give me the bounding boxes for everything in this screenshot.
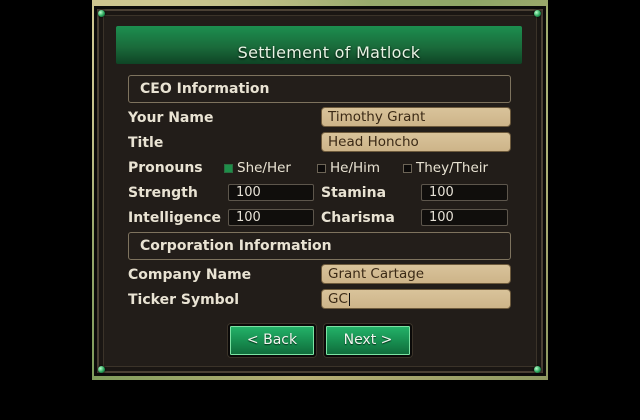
title-label: Title xyxy=(128,135,164,151)
company-name-label: Company Name xyxy=(128,267,252,283)
pronouns-label: Pronouns xyxy=(128,160,203,176)
ticker-symbol-value: GC xyxy=(328,291,348,307)
pronoun-option-they-their[interactable]: They/Their xyxy=(403,160,488,176)
company-name-field[interactable]: Grant Cartage xyxy=(321,264,511,284)
corporation-section-title: Corporation Information xyxy=(140,238,332,254)
back-button[interactable]: < Back xyxy=(228,324,316,357)
stamina-input[interactable]: 100 xyxy=(421,184,508,201)
pronoun-option-he-him[interactable]: He/Him xyxy=(317,160,380,176)
corner-gem-icon xyxy=(98,10,105,17)
your-name-field[interactable]: Timothy Grant xyxy=(321,107,511,127)
intelligence-input[interactable]: 100 xyxy=(228,209,314,226)
charisma-input[interactable]: 100 xyxy=(421,209,508,226)
radio-unchecked-icon xyxy=(317,163,326,173)
pronoun-option-label: She/Her xyxy=(237,160,291,176)
corporation-section-header: Corporation Information xyxy=(128,232,511,260)
pronoun-option-label: They/Their xyxy=(416,160,489,176)
dialog-title: Settlement of Matlock xyxy=(237,42,421,62)
strength-input[interactable]: 100 xyxy=(228,184,314,201)
your-name-label: Your Name xyxy=(128,110,214,126)
ticker-symbol-label: Ticker Symbol xyxy=(128,292,240,308)
ceo-section-title: CEO Information xyxy=(140,81,270,97)
intelligence-label: Intelligence xyxy=(128,210,222,226)
dialog-header: Settlement of Matlock xyxy=(116,26,522,64)
corner-gem-icon xyxy=(534,366,541,373)
pronoun-option-label: He/Him xyxy=(330,160,381,176)
corner-gem-icon xyxy=(534,10,541,17)
strength-label: Strength xyxy=(128,185,198,201)
radio-checked-icon xyxy=(224,163,233,173)
radio-unchecked-icon xyxy=(403,163,412,173)
corner-gem-icon xyxy=(98,366,105,373)
pronoun-option-she-her[interactable]: She/Her xyxy=(224,160,291,176)
text-caret xyxy=(348,292,350,306)
stamina-label: Stamina xyxy=(321,185,387,201)
next-button[interactable]: Next > xyxy=(324,324,412,357)
charisma-label: Charisma xyxy=(321,210,395,226)
ticker-symbol-field[interactable]: GC xyxy=(321,289,511,309)
ceo-section-header: CEO Information xyxy=(128,75,511,103)
title-field[interactable]: Head Honcho xyxy=(321,132,511,152)
